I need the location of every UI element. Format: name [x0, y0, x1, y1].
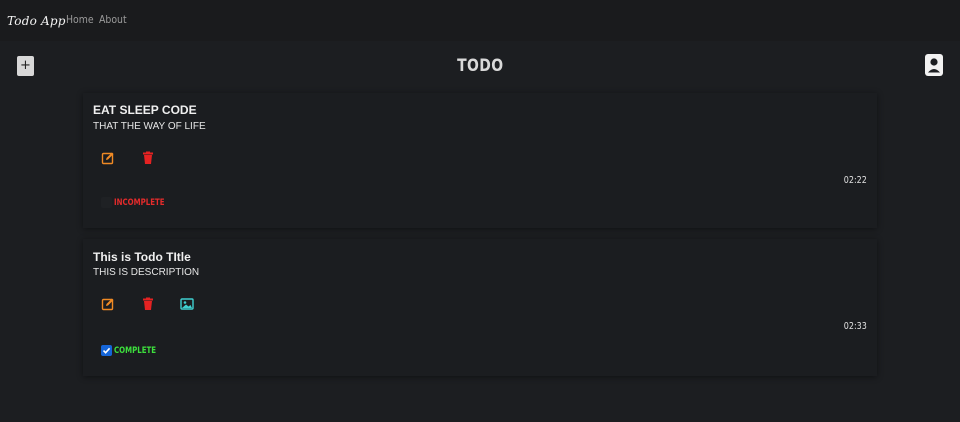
- todo-card: EAT SLEEP CODE THAT THE WAY OF LIFE 02:2…: [83, 93, 877, 228]
- edit-icon[interactable]: [101, 151, 115, 165]
- todo-description: THAT THE WAY OF LIFE: [93, 121, 206, 132]
- image-icon[interactable]: [180, 297, 194, 311]
- nav-link-home[interactable]: Home: [66, 13, 94, 26]
- todo-status: COMPLETE: [101, 345, 168, 356]
- status-label: COMPLETE: [114, 345, 157, 356]
- edit-icon[interactable]: [101, 297, 115, 311]
- todo-description: THIS IS DESCRIPTION: [93, 267, 200, 278]
- todo-card: This is Todo TItle THIS IS DESCRIPTION 0…: [83, 239, 877, 376]
- check-icon: [102, 347, 111, 354]
- complete-checkbox[interactable]: [101, 197, 112, 208]
- page-title: TODO: [0, 56, 960, 76]
- todo-time-text: 02:33: [843, 321, 867, 332]
- complete-checkbox[interactable]: [101, 345, 112, 356]
- status-label: INCOMPLETE: [114, 197, 165, 208]
- nav-link-about[interactable]: About: [99, 13, 127, 26]
- user-profile-icon[interactable]: [924, 53, 944, 77]
- brand-logo[interactable]: Todo App: [7, 14, 66, 28]
- todo-status: INCOMPLETE: [101, 197, 179, 208]
- todo-time: 02:22: [838, 175, 867, 186]
- delete-icon[interactable]: [141, 297, 155, 311]
- todo-time-text: 02:22: [843, 175, 867, 186]
- todo-time: 02:33: [838, 321, 867, 332]
- delete-icon[interactable]: [141, 151, 155, 165]
- page-title-text: TODO: [456, 56, 504, 76]
- todo-title: This is Todo TItle: [93, 250, 191, 264]
- navbar: Todo App Home About: [0, 0, 960, 41]
- todo-title: EAT SLEEP CODE: [93, 103, 197, 117]
